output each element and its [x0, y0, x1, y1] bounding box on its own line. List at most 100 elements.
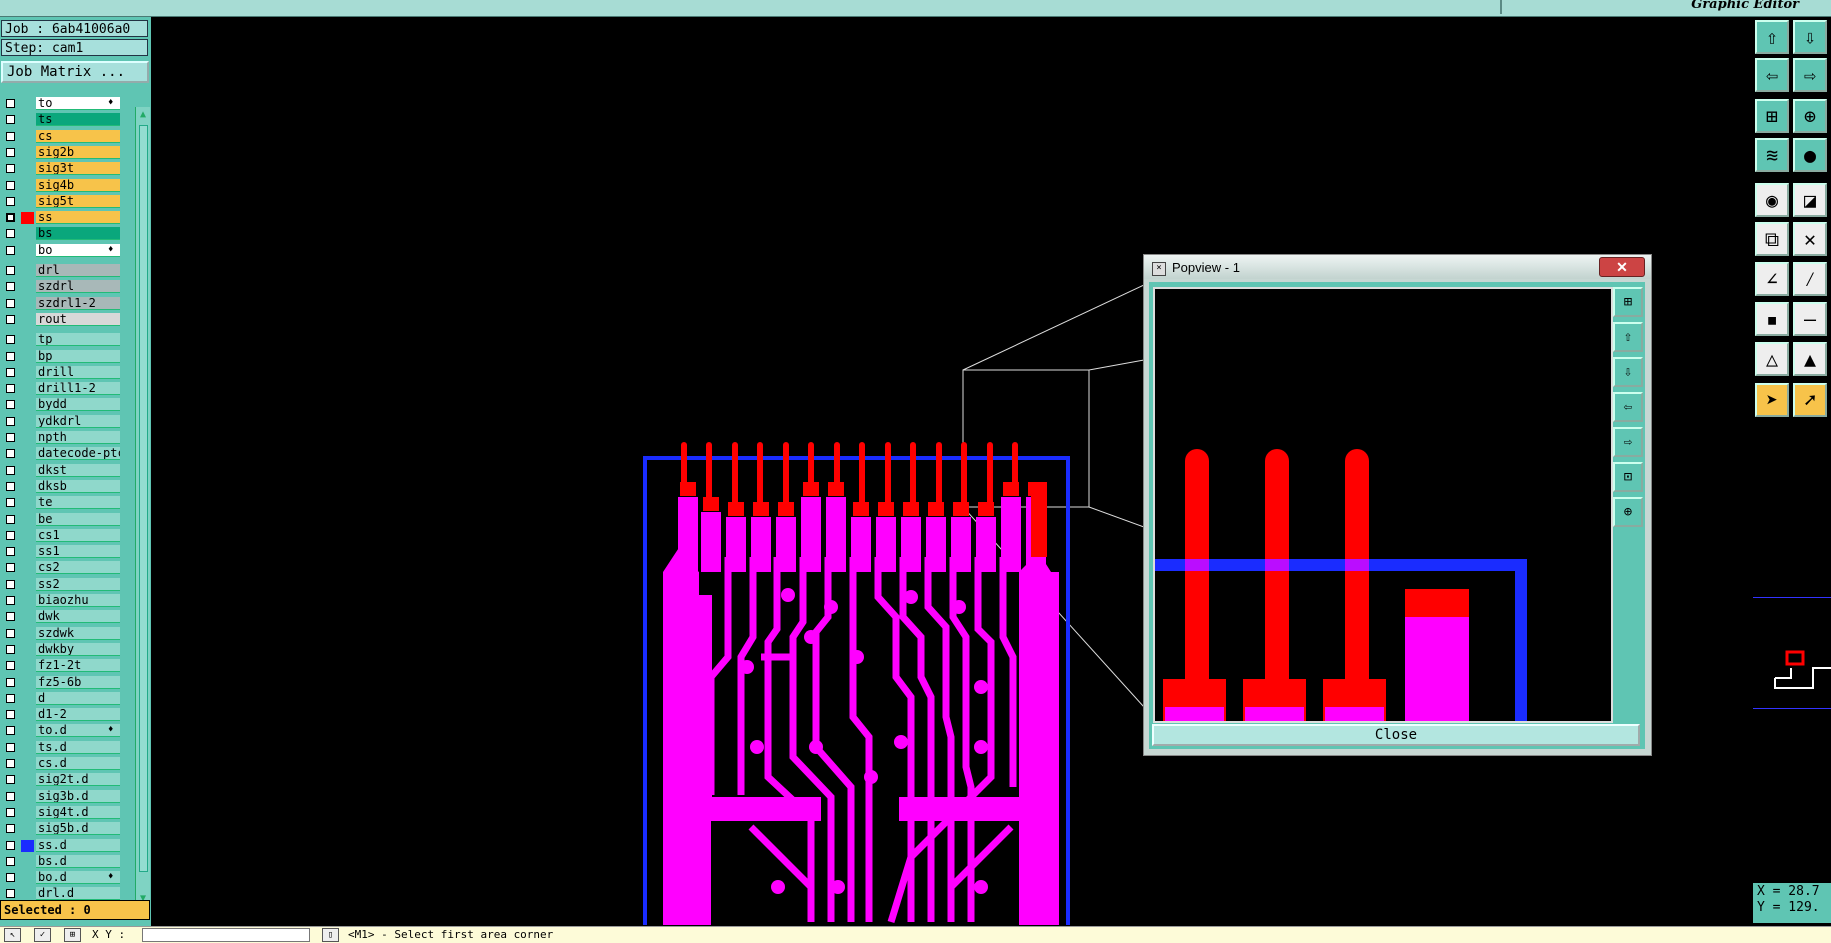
popview-close-button[interactable]: Close: [1152, 724, 1640, 746]
layer-row[interactable]: d1-2: [0, 708, 134, 722]
layer-name[interactable]: d1-2: [36, 708, 120, 722]
layer-checkbox[interactable]: [6, 266, 15, 275]
layer-checkbox[interactable]: [6, 465, 15, 475]
layer-name[interactable]: sig3b.d: [36, 789, 120, 803]
layer-checkbox[interactable]: [6, 856, 15, 866]
layer-name[interactable]: dwk: [36, 610, 120, 624]
layer-row[interactable]: sig4t.d: [0, 805, 134, 820]
layer-name[interactable]: bs: [36, 227, 120, 241]
layer-name[interactable]: cs.d: [36, 757, 120, 770]
layer-row[interactable]: bp: [0, 349, 134, 364]
layer-checkbox[interactable]: [6, 367, 15, 377]
layer-checkbox[interactable]: [6, 147, 15, 157]
layer-row[interactable]: sig3b.d: [0, 789, 134, 804]
layer-row[interactable]: dksb: [0, 479, 134, 494]
layer-checkbox[interactable]: [6, 530, 15, 540]
close-icon[interactable]: ✕: [1599, 257, 1645, 277]
layer-row[interactable]: szdrl1-2: [0, 296, 134, 311]
layer-name[interactable]: biaozhu: [36, 594, 120, 607]
layer-checkbox[interactable]: [6, 628, 15, 638]
layer-name[interactable]: cs2: [36, 561, 120, 575]
layer-name[interactable]: sig4t.d: [36, 805, 120, 819]
layer-name[interactable]: fz1-2t: [36, 659, 120, 673]
layer-name[interactable]: sig2b: [36, 145, 120, 159]
undo-icon[interactable]: ↖: [4, 928, 21, 942]
pan-right-icon[interactable]: ⇨: [1793, 58, 1827, 92]
layer-checkbox[interactable]: [6, 384, 15, 394]
layer-row[interactable]: sig3t: [0, 162, 134, 176]
layer-checkbox[interactable]: [6, 245, 15, 255]
layer-checkbox[interactable]: [6, 759, 15, 768]
select-icon[interactable]: ◉: [1755, 183, 1789, 217]
layer-row[interactable]: cs2: [0, 561, 134, 575]
poly-icon[interactable]: △: [1755, 342, 1789, 376]
layer-checkbox[interactable]: [6, 416, 15, 426]
fit-center-icon[interactable]: ⊕: [1793, 99, 1827, 133]
pointer-alt-icon[interactable]: ➚: [1793, 383, 1827, 417]
layer-name[interactable]: szdrl: [36, 280, 120, 294]
layer-name[interactable]: ts: [36, 113, 120, 127]
layer-checkbox[interactable]: [6, 400, 15, 410]
layer-row[interactable]: fz5-6b: [0, 675, 134, 690]
layer-checkbox[interactable]: [6, 335, 15, 345]
layer-row[interactable]: sig2t.d: [0, 773, 134, 787]
layer-row[interactable]: bs.d: [0, 854, 134, 869]
layer-name[interactable]: drill: [36, 365, 120, 379]
layer-name[interactable]: fz5-6b: [36, 675, 120, 689]
line2-icon[interactable]: ⁄: [1793, 262, 1827, 296]
layer-name[interactable]: ss.d: [36, 838, 120, 852]
pointer-icon[interactable]: ➤: [1755, 383, 1789, 417]
mini-overview[interactable]: [1753, 597, 1831, 709]
connect-icon[interactable]: ⧉: [1755, 222, 1789, 256]
pv-right-icon[interactable]: ⇨: [1613, 427, 1643, 457]
layer-name[interactable]: dwkby: [36, 642, 120, 656]
layer-name[interactable]: ss: [36, 211, 120, 225]
popview-canvas[interactable]: [1153, 287, 1613, 724]
layer-checkbox[interactable]: [6, 298, 15, 308]
layer-row[interactable]: be: [0, 512, 134, 527]
layer-name[interactable]: be: [36, 512, 120, 526]
pan-left-icon[interactable]: ⇦: [1755, 58, 1789, 92]
layer-name[interactable]: ts.d: [36, 740, 120, 754]
layer-checkbox[interactable]: [6, 807, 15, 817]
layer-checkbox[interactable]: [6, 742, 15, 752]
job-matrix-button[interactable]: Job Matrix ...: [1, 61, 149, 83]
layer-checkbox[interactable]: [6, 563, 15, 573]
layer-row[interactable]: ss2: [0, 577, 134, 592]
layer-color-swatch[interactable]: [21, 839, 34, 852]
layer-checkbox[interactable]: [6, 693, 15, 703]
prompt-icon[interactable]: ▯: [322, 928, 339, 942]
layer-row[interactable]: sig4b: [0, 178, 134, 193]
layer-checkbox[interactable]: [6, 433, 15, 442]
layer-row[interactable]: ydkdrl: [0, 414, 134, 429]
layer-name[interactable]: rout: [36, 312, 120, 326]
layer-checkbox[interactable]: [6, 164, 15, 174]
layer-row[interactable]: datecode-ptc: [0, 447, 134, 461]
layer-row[interactable]: ss: [0, 211, 134, 225]
layer-row[interactable]: drl: [0, 264, 134, 278]
layer-checkbox[interactable]: [6, 644, 15, 654]
layer-checkbox[interactable]: [6, 131, 15, 141]
layer-name[interactable]: sig2t.d: [36, 773, 120, 787]
layer-scrollbar[interactable]: ▲ ▼: [135, 107, 150, 907]
layer-row[interactable]: rout: [0, 312, 134, 327]
layer-row[interactable]: dkst: [0, 463, 134, 478]
layer-row[interactable]: bydd: [0, 398, 134, 412]
layer-row[interactable]: fz1-2t: [0, 659, 134, 673]
layer-name[interactable]: szdwk: [36, 626, 120, 640]
layer-row[interactable]: tp: [0, 333, 134, 347]
move-icon[interactable]: ◪: [1793, 183, 1827, 217]
layer-name[interactable]: npth: [36, 431, 120, 444]
layer-checkbox[interactable]: [6, 596, 15, 605]
layer-name[interactable]: bydd: [36, 398, 120, 412]
layer-name[interactable]: drill1-2: [36, 382, 120, 396]
layer-name[interactable]: szdrl1-2: [36, 296, 120, 310]
fit-icon[interactable]: ⊞: [1755, 99, 1789, 133]
layer-row[interactable]: to ♦: [0, 97, 134, 111]
layer-row[interactable]: d: [0, 691, 134, 706]
layer-name[interactable]: ss1: [36, 545, 120, 559]
layer-checkbox[interactable]: [6, 726, 15, 736]
layer-checkbox[interactable]: [6, 514, 15, 524]
layer-checkbox[interactable]: [6, 840, 15, 850]
layer-name[interactable]: cs: [36, 129, 120, 143]
